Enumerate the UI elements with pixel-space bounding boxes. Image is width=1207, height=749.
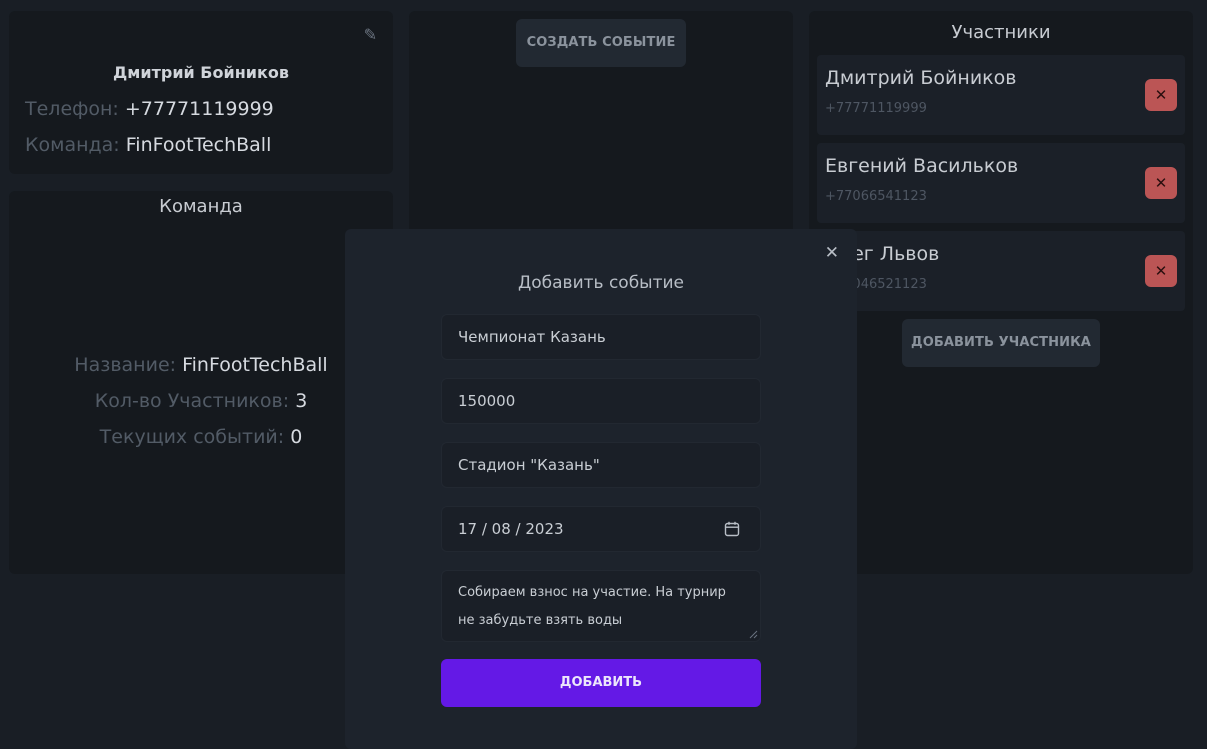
remove-member-button[interactable]: ✕ [1145,167,1177,199]
team-value: FinFootTechBall [125,134,272,156]
team-label: Команда: [25,134,120,156]
events-count-label: Текущих событий: [99,426,285,448]
team-members-row: Кол-во Участников: 3 [9,390,393,412]
team-panel: Команда Название: FinFootTechBall Кол-во… [9,191,393,574]
profile-panel: ✎ Дмитрий Бойников Телефон: +77771119999… [9,11,393,174]
events-count-value: 0 [290,426,303,448]
member-card: Дмитрий Бойников +77771119999 ✕ [817,55,1185,135]
team-name-value: FinFootTechBall [182,354,328,376]
phone-label: Телефон: [25,98,119,120]
member-card: Олег Львов +77046521123 ✕ [817,231,1185,311]
location-input[interactable]: Стадион "Казань" [441,442,761,488]
team-events-row: Текущих событий: 0 [9,426,393,448]
description-text: Собираем взнос на участие. На турнир не … [458,585,726,628]
members-panel-title: Участники [951,22,1051,43]
members-panel: Участники Дмитрий Бойников +77771119999 … [809,11,1193,574]
profile-phone: Телефон: +77771119999 [25,98,274,120]
member-phone: +77771119999 [825,101,927,116]
calendar-icon[interactable] [724,521,740,537]
team-name-row: Название: FinFootTechBall [9,354,393,376]
member-name: Евгений Васильков [825,155,1019,177]
members-count-label: Кол-во Участников: [94,390,290,412]
date-input[interactable]: 17 / 08 / 2023 [441,506,761,552]
add-event-modal: ✕ Добавить событие Чемпионат Казань 1500… [345,229,857,749]
member-card: Евгений Васильков +77066541123 ✕ [817,143,1185,223]
description-textarea[interactable]: Собираем взнос на участие. На турнир не … [441,570,761,642]
date-value: 17 / 08 / 2023 [458,520,564,538]
remove-member-button[interactable]: ✕ [1145,255,1177,287]
profile-name: Дмитрий Бойников [113,63,289,82]
amount-input[interactable]: 150000 [441,378,761,424]
profile-team: Команда: FinFootTechBall [25,134,271,156]
team-panel-title: Команда [159,196,243,217]
event-name-input[interactable]: Чемпионат Казань [441,314,761,360]
add-member-button[interactable]: ДОБАВИТЬ УЧАСТНИКА [902,319,1100,367]
member-phone: +77066541123 [825,189,927,204]
close-icon[interactable]: ✕ [825,243,839,263]
modal-title: Добавить событие [517,273,685,293]
members-count-value: 3 [295,390,308,412]
resize-handle-icon[interactable] [749,630,758,639]
phone-value: +77771119999 [124,98,274,120]
create-event-button[interactable]: СОЗДАТЬ СОБЫТИЕ [516,19,686,67]
team-name-label: Название: [74,354,177,376]
edit-icon[interactable]: ✎ [364,25,377,44]
remove-member-button[interactable]: ✕ [1145,79,1177,111]
add-event-submit-button[interactable]: ДОБАВИТЬ [441,659,761,707]
member-name: Дмитрий Бойников [825,67,1017,89]
